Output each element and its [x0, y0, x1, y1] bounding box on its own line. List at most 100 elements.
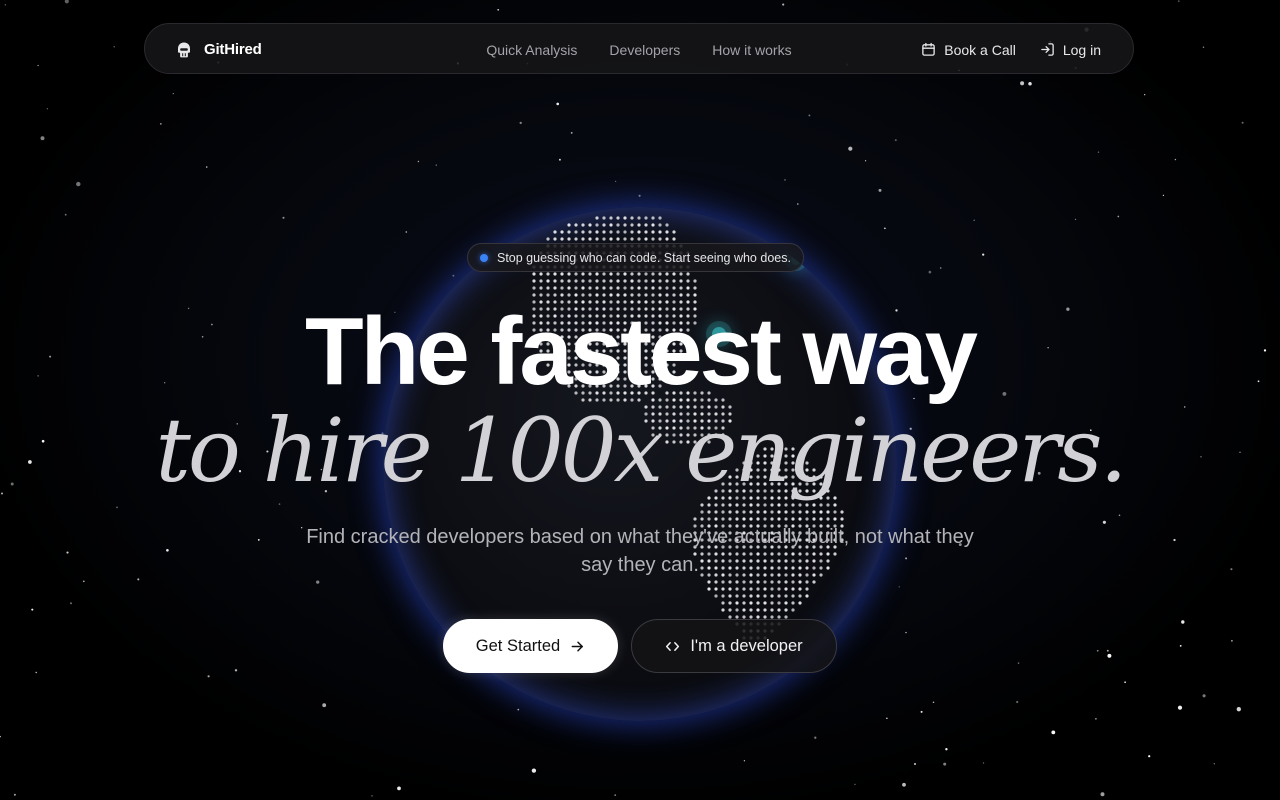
star — [1074, 218, 1077, 221]
star — [782, 3, 785, 6]
login-button[interactable]: Log in — [1040, 42, 1101, 58]
star — [1241, 121, 1244, 124]
globe-land-dot — [658, 293, 662, 297]
get-started-button[interactable]: Get Started — [443, 619, 618, 673]
globe-land-dot — [770, 608, 774, 612]
globe-land-dot — [756, 517, 760, 521]
star — [982, 762, 985, 764]
star — [1016, 700, 1019, 704]
globe-land-dot — [630, 223, 634, 227]
brand-logo-link[interactable]: GitHired — [175, 24, 262, 75]
globe-land-dot — [735, 580, 739, 584]
nav-link-developers[interactable]: Developers — [609, 42, 680, 58]
globe-land-dot — [749, 510, 753, 514]
star — [1118, 514, 1121, 517]
globe-land-dot — [735, 517, 739, 521]
globe-land-dot — [658, 230, 662, 234]
globe-land-dot — [728, 587, 732, 591]
globe-land-dot — [623, 223, 627, 227]
globe-land-dot — [644, 279, 648, 283]
globe-land-dot — [728, 580, 732, 584]
globe-land-dot — [707, 587, 711, 591]
globe-land-dot — [742, 510, 746, 514]
globe-land-dot — [567, 286, 571, 290]
globe-land-dot — [798, 517, 802, 521]
star — [69, 602, 73, 605]
globe-land-dot — [560, 230, 564, 234]
globe-land-dot — [714, 594, 718, 598]
globe-land-dot — [665, 286, 669, 290]
globe-land-dot — [574, 286, 578, 290]
star — [76, 181, 81, 187]
globe-land-dot — [595, 237, 599, 241]
globe-land-dot — [560, 272, 564, 276]
globe-land-dot — [651, 293, 655, 297]
globe-land-dot — [714, 587, 718, 591]
globe-land-dot — [805, 587, 809, 591]
globe-land-dot — [609, 223, 613, 227]
globe-land-dot — [616, 216, 620, 220]
globe-land-dot — [567, 230, 571, 234]
globe-land-dot — [574, 223, 578, 227]
nav-link-how-it-works[interactable]: How it works — [712, 42, 791, 58]
star — [205, 166, 208, 168]
globe-land-dot — [826, 517, 830, 521]
globe-land-dot — [798, 580, 802, 584]
nav-link-quick-analysis[interactable]: Quick Analysis — [486, 42, 577, 58]
star — [31, 608, 34, 611]
brand-name: GitHired — [204, 41, 262, 58]
globe-land-dot — [630, 216, 634, 220]
star — [973, 219, 975, 222]
im-a-developer-label: I'm a developer — [690, 636, 803, 655]
globe-land-dot — [735, 594, 739, 598]
globe-land-dot — [784, 608, 788, 612]
globe-land-dot — [693, 293, 697, 297]
globe-land-dot — [658, 223, 662, 227]
star — [1028, 81, 1032, 86]
globe-land-dot — [819, 510, 823, 514]
globe-land-dot — [637, 223, 641, 227]
star — [1174, 158, 1177, 161]
star — [13, 793, 16, 796]
globe-land-dot — [644, 272, 648, 276]
globe-land-dot — [623, 237, 627, 241]
globe-land-dot — [651, 279, 655, 283]
globe-land-dot — [637, 286, 641, 290]
status-dot-icon — [480, 253, 488, 262]
get-started-label: Get Started — [475, 636, 561, 655]
star — [0, 735, 1, 738]
globe-land-dot — [567, 279, 571, 283]
globe-land-dot — [784, 601, 788, 605]
globe-land-dot — [672, 293, 676, 297]
book-call-button[interactable]: Book a Call — [921, 42, 1016, 58]
globe-land-dot — [728, 608, 732, 612]
star — [1051, 730, 1056, 735]
globe-land-dot — [595, 223, 599, 227]
globe-land-dot — [770, 510, 774, 514]
globe-land-dot — [749, 601, 753, 605]
globe-land-dot — [721, 594, 725, 598]
star — [894, 139, 897, 142]
globe-land-dot — [644, 223, 648, 227]
globe-land-dot — [532, 279, 536, 283]
login-label: Log in — [1062, 41, 1101, 58]
globe-land-dot — [728, 510, 732, 514]
globe-land-dot — [763, 517, 767, 521]
globe-land-dot — [644, 293, 648, 297]
globe-land-dot — [588, 230, 592, 234]
globe-land-dot — [791, 580, 795, 584]
globe-land-dot — [553, 230, 557, 234]
star — [928, 270, 932, 274]
globe-land-dot — [763, 608, 767, 612]
globe-land-dot — [553, 272, 557, 276]
globe-land-dot — [756, 580, 760, 584]
star — [796, 203, 799, 205]
nav-actions: Book a Call Log in — [921, 24, 1101, 75]
globe-land-dot — [567, 237, 571, 241]
im-a-developer-button[interactable]: I'm a developer — [631, 619, 837, 673]
globe-land-dot — [616, 230, 620, 234]
hero-badge-text: Stop guessing who can code. Start seeing… — [497, 250, 791, 265]
star — [1144, 94, 1146, 96]
star — [1179, 644, 1182, 647]
globe-land-dot — [595, 286, 599, 290]
